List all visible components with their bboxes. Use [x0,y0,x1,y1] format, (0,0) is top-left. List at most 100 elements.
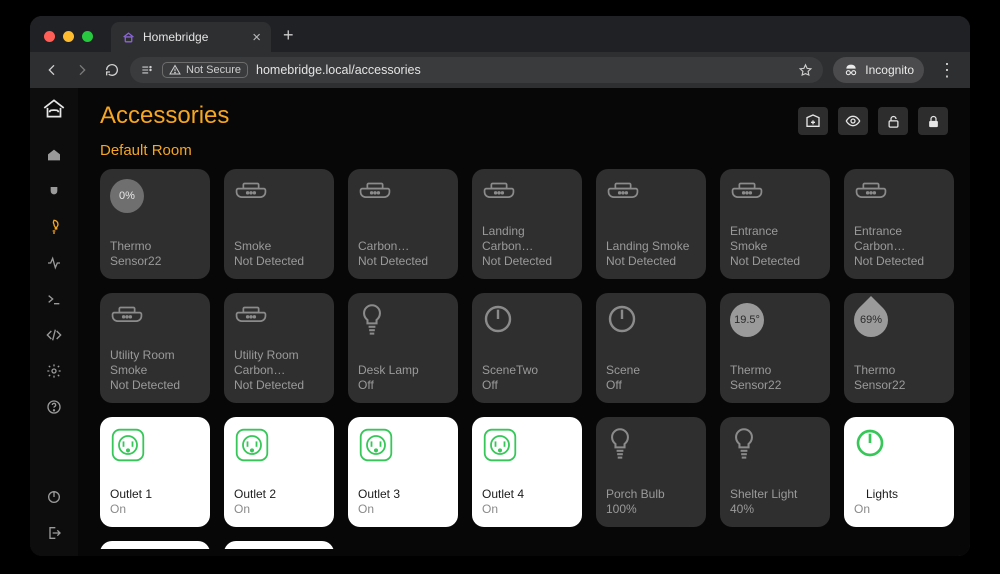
tile-icon-area [730,179,820,224]
window-close-button[interactable] [44,31,55,42]
sidebar-home[interactable] [45,146,63,164]
header-row: Accessories [100,98,948,140]
accessory-tile[interactable]: Porch Bulb100% [596,417,706,527]
tile-name: Entrance [730,224,820,239]
tile-state: On [854,502,944,517]
accessory-tile[interactable]: SmokeNot Detected [224,169,334,279]
homebridge-logo-icon[interactable] [41,96,67,122]
sidebar-settings[interactable] [45,362,63,380]
window-zoom-button[interactable] [82,31,93,42]
tile-icon-area [854,179,944,224]
tile-icon-area [358,427,448,487]
reload-button[interactable] [104,62,120,78]
tile-name: Smoke [234,239,324,254]
power-icon [606,303,638,335]
browser-window: Homebridge × + [30,16,970,556]
accessory-tile[interactable]: Utility RoomCarbon…Not Detected [224,293,334,403]
window-controls [40,31,99,52]
back-button[interactable] [44,62,60,78]
window-minimize-button[interactable] [63,31,74,42]
accessory-tile[interactable]: Outlet 1On [100,417,210,527]
bulb-icon [730,427,758,461]
sidebar-metrics[interactable] [45,254,63,272]
accessory-tile[interactable]: Outlet 2On [224,417,334,527]
address-bar[interactable]: Not Secure homebridge.local/accessories [130,57,823,83]
accessory-tile[interactable]: LandingCarbon…Not Detected [472,169,582,279]
add-room-button[interactable] [798,107,828,135]
accessory-tile[interactable]: Shelter Light40% [720,417,830,527]
incognito-indicator[interactable]: Incognito [833,57,924,83]
site-info-icon[interactable] [140,63,154,77]
tile-state: Not Detected [110,378,200,393]
tile-label-area: Shelter Light40% [730,487,820,517]
unlock-button[interactable] [878,107,908,135]
accessory-tile[interactable]: 69%ThermoSensor22 [844,293,954,403]
accessory-tile[interactable]: 19.5° ThermoSensor22 [720,293,830,403]
sidebar-plugins[interactable] [45,182,63,200]
tile-label-area: Utility RoomSmokeNot Detected [110,348,200,393]
smoke-icon [110,303,144,329]
tile-name: Lights [854,487,944,502]
tile-name: Thermo [110,239,200,254]
tile-name: Carbon… [358,239,448,254]
sidebar-logout[interactable] [45,524,63,542]
tile-label-area: ThermoSensor22 [110,239,200,269]
accessory-tile[interactable]: EntranceSmokeNot Detected [720,169,830,279]
tile-name: Porch Bulb [606,487,696,502]
accessory-tile[interactable]: EntranceCarbon…Not Detected [844,169,954,279]
accessory-tile[interactable]: Desk LampOff [348,293,458,403]
tile-name-line2: Smoke [110,363,200,378]
sidebar-help[interactable] [45,398,63,416]
sidebar-terminal[interactable] [45,290,63,308]
tile-label-area: Utility RoomCarbon…Not Detected [234,348,324,393]
tab-close-button[interactable]: × [248,30,265,45]
tile-label-area: Desk LampOff [358,363,448,393]
page-title: Accessories [100,102,229,130]
smoke-icon [234,303,268,329]
smoke-icon [234,179,268,205]
accessory-tile[interactable]: SceneTwoOff [472,293,582,403]
accessory-tile[interactable]: 0%ThermoSensor22 [100,169,210,279]
tile-state: Not Detected [234,378,324,393]
accessory-tile[interactable]: Outlet 4On [472,417,582,527]
accessory-tile[interactable]: Landing SmokeNot Detected [596,169,706,279]
tile-name: Shelter Light [730,487,820,502]
forward-button[interactable] [74,62,90,78]
tile-name-line2: Smoke [730,239,820,254]
accessory-tile[interactable]: SceneOff [596,293,706,403]
tile-name: Outlet 1 [110,487,200,502]
accessory-tile[interactable]: LightsOn [844,417,954,527]
main-content: Accessories Default Room [78,88,970,556]
tile-icon-area [482,179,572,224]
thermo-badge-icon: 19.5° [730,303,764,337]
incognito-icon [843,62,859,78]
sidebar-code[interactable] [45,326,63,344]
sidebar-power[interactable] [45,488,63,506]
power-on-icon [854,427,886,459]
tile-label-area: ThermoSensor22 [730,363,820,393]
tile-state: Not Detected [482,254,572,269]
hide-show-button[interactable] [838,107,868,135]
accessory-tile[interactable]: Utility RoomSmokeNot Detected [100,293,210,403]
accessory-tile[interactable] [100,541,210,549]
browser-menu-button[interactable]: ⋮ [934,60,960,81]
accessory-tile[interactable]: Carbon…Not Detected [348,169,458,279]
sidebar-accessories[interactable] [45,218,63,236]
not-secure-label: Not Secure [186,64,241,76]
tile-icon-area: 0% [110,179,200,239]
lock-button[interactable] [918,107,948,135]
tile-label-area: EntranceSmokeNot Detected [730,224,820,269]
browser-tab[interactable]: Homebridge × [111,22,271,52]
accessory-tile[interactable] [224,541,334,549]
tile-icon-area [234,427,324,487]
outlet-icon [358,427,394,463]
not-secure-badge[interactable]: Not Secure [162,62,248,78]
tile-label-area: Outlet 2On [234,487,324,517]
tile-label-area: SceneOff [606,363,696,393]
tile-label-area: LandingCarbon…Not Detected [482,224,572,269]
new-tab-button[interactable]: + [271,25,304,52]
tile-label-area: Porch Bulb100% [606,487,696,517]
accessory-tile[interactable]: Outlet 3On [348,417,458,527]
tile-label-area: Landing SmokeNot Detected [606,239,696,269]
bookmark-star-icon[interactable] [798,63,813,78]
